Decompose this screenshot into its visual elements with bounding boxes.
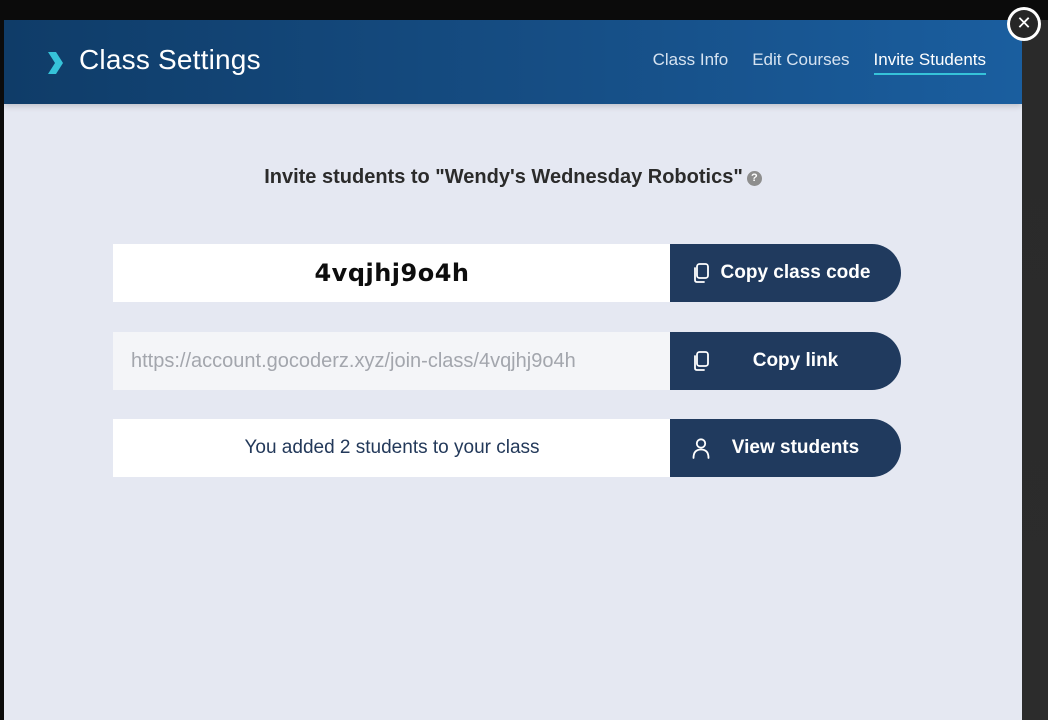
view-students-label: View students — [731, 437, 860, 458]
modal-header: Class Settings Class Info Edit Courses I… — [4, 20, 1022, 104]
copy-class-code-label: Copy class code — [720, 262, 871, 283]
tab-edit-courses[interactable]: Edit Courses — [752, 50, 849, 75]
help-icon[interactable]: ? — [746, 171, 762, 186]
class-code-row: 4vqjhj9o4h Copy class code — [113, 244, 901, 302]
invite-heading-text: Invite students to "Wendy's Wednesday Ro… — [264, 166, 743, 188]
copy-link-button[interactable]: Copy link — [670, 332, 901, 390]
join-link-value: https://account.gocoderz.xyz/join-class/… — [113, 332, 671, 390]
class-settings-modal: Class Settings Class Info Edit Courses I… — [4, 20, 1022, 720]
settings-tabs: Class Info Edit Courses Invite Students — [653, 50, 986, 75]
backdrop — [0, 0, 1048, 20]
students-added-text: You added 2 students to your class — [113, 419, 671, 477]
join-link-row: https://account.gocoderz.xyz/join-class/… — [113, 332, 901, 390]
tab-class-info[interactable]: Class Info — [653, 50, 729, 75]
close-button[interactable]: ✕ — [1007, 7, 1041, 41]
students-row: You added 2 students to your class View … — [113, 419, 901, 477]
class-code-value: 4vqjhj9o4h — [113, 244, 671, 302]
chevron-right-icon — [48, 52, 63, 74]
invite-heading: Invite students to "Wendy's Wednesday Ro… — [4, 166, 1022, 189]
copy-class-code-button[interactable]: Copy class code — [670, 244, 901, 302]
backdrop-right — [1022, 0, 1048, 720]
copy-link-label: Copy link — [752, 350, 839, 371]
modal-title: Class Settings — [79, 44, 261, 75]
close-icon: ✕ — [1010, 10, 1038, 38]
view-students-button[interactable]: View students — [670, 419, 901, 477]
tab-invite-students[interactable]: Invite Students — [873, 50, 986, 75]
